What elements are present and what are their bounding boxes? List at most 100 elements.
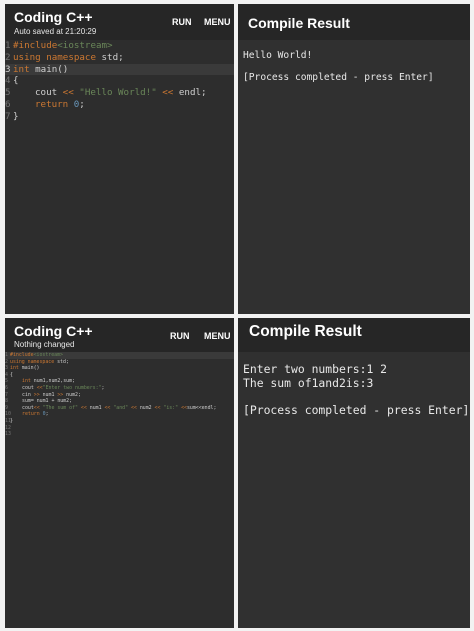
line-number: 5 [5, 87, 11, 99]
code-token: cout [22, 384, 37, 391]
code-token: sum<<endl; [186, 404, 217, 411]
code-line: 6 cout <<"Enter two numbers:"; [5, 385, 234, 392]
code-line: 10 return 0; [5, 411, 234, 418]
code-token: num1 [89, 404, 102, 411]
code-token: std; [54, 358, 69, 365]
code-line: 6 return 0; [5, 99, 234, 111]
line-number: 6 [5, 384, 8, 391]
code-line: 8 sum= num1 + num2; [5, 398, 234, 405]
code-token: num1 [39, 391, 58, 398]
code-token: } [13, 110, 19, 122]
code-line: 4{ [5, 372, 234, 379]
code-token: int [13, 63, 30, 75]
code-line: 2 using namespace std; [5, 52, 234, 64]
bottom-result-panel: Compile Result Enter two numbers:1 2 The … [238, 318, 470, 628]
output-line: Enter two numbers:1 2 [243, 362, 388, 376]
code-token: <iostream> [33, 352, 64, 358]
top-editor-panel: Coding C++ Auto saved at 21:20:29 RUN ME… [5, 4, 234, 314]
code-line: 7 cin >> num1 >> num2; [5, 392, 234, 399]
code-token: << [128, 404, 140, 411]
output-line: [Process completed - press Enter] [243, 402, 470, 417]
line-number: 6 [5, 98, 11, 110]
code-token: num2 [139, 404, 152, 411]
code-line: 11} [5, 418, 234, 425]
code-token: { [13, 75, 19, 87]
result-title: Compile Result [248, 15, 350, 31]
code-token: "Hello World!" [73, 87, 163, 99]
run-button[interactable]: RUN [172, 17, 192, 27]
code-line: 7} [5, 111, 234, 123]
code-token: int [10, 365, 19, 372]
code-token: ; [79, 98, 85, 110]
code-token: num2; [63, 391, 81, 398]
code-token: { [10, 371, 13, 378]
result-title: Compile Result [249, 323, 362, 340]
code-token: #include [10, 352, 34, 358]
save-status: Nothing changed [14, 340, 75, 349]
code-token: << [33, 404, 43, 411]
code-token: sum= num1 + num2; [22, 398, 73, 405]
result-output[interactable]: Hello World! [Process completed - press E… [243, 50, 434, 83]
code-token: #include [13, 40, 58, 51]
code-editor[interactable]: 1 #include<iostream> 2 using namespace std… [5, 352, 234, 628]
code-token: ; [45, 411, 49, 418]
code-line: 1 #include<iostream> [5, 40, 234, 52]
code-token: cin [22, 391, 34, 398]
line-number: 4 [5, 75, 11, 87]
code-editor[interactable]: 1 #include<iostream> 2 using namespace std… [5, 40, 234, 314]
code-line: 3 int main() [5, 365, 234, 372]
code-token: << [62, 87, 74, 99]
line-number: 3 [5, 63, 11, 75]
menu-button[interactable]: MENU [204, 17, 231, 27]
line-number: 8 [5, 398, 8, 405]
code-token: <iostream> [57, 40, 113, 51]
line-number: 12 [5, 424, 11, 431]
code-token: return [35, 98, 69, 110]
code-token: "is:" [163, 404, 179, 411]
code-token: cout [35, 87, 63, 99]
run-button[interactable]: RUN [170, 331, 190, 341]
bottom-editor-panel: Coding C++ Nothing changed RUN MENU 1 #in… [5, 318, 234, 628]
result-header: Compile Result [238, 318, 470, 352]
code-token: "and" [113, 404, 129, 411]
code-token: using namespace [13, 51, 96, 63]
code-line: 13 [5, 431, 234, 438]
code-token: return [22, 411, 40, 418]
code-token: << [151, 404, 164, 411]
line-number: 5 [5, 378, 8, 385]
code-token: num1,num2,sum; [30, 378, 76, 385]
code-line: 4{ [5, 75, 234, 87]
code-line: 9 cout<< "The sum of" << num1 << "and" <<… [5, 405, 234, 412]
code-line: 12 [5, 425, 234, 432]
line-number: 10 [5, 411, 11, 418]
code-token: endl; [173, 87, 207, 99]
code-line: 5 int num1,num2,sum; [5, 378, 234, 385]
line-number: 7 [5, 110, 11, 122]
code-token: } [10, 417, 13, 424]
autosave-status: Auto saved at 21:20:29 [14, 27, 97, 36]
code-line-current: 1 #include<iostream> [5, 352, 234, 359]
code-token: 0 [68, 98, 80, 110]
line-number: 2 [5, 51, 11, 63]
top-result-panel: Compile Result Hello World! [Process comp… [238, 4, 470, 314]
line-number: 7 [5, 391, 8, 398]
code-token: main() [29, 63, 69, 75]
code-token: << [101, 404, 114, 411]
line-number: 13 [5, 431, 11, 438]
code-token: main() [18, 365, 40, 372]
app-header: Coding C++ Auto saved at 21:20:29 RUN ME… [5, 4, 234, 40]
result-output[interactable]: Enter two numbers:1 2 The sum of1and2is:3… [243, 362, 470, 417]
code-line: 5 cout << "Hello World!" << endl; [5, 87, 234, 99]
code-token: "The sum of" [42, 404, 78, 411]
app-title: Coding C++ [14, 323, 93, 339]
code-token: int [22, 378, 31, 385]
menu-button[interactable]: MENU [204, 331, 231, 341]
output-line: [Process completed - press Enter] [243, 72, 434, 83]
code-token: << [162, 87, 174, 99]
line-number: 1 [5, 40, 11, 51]
code-token: std; [95, 51, 124, 63]
code-token: ; [101, 384, 105, 391]
code-token: cout [22, 404, 34, 411]
